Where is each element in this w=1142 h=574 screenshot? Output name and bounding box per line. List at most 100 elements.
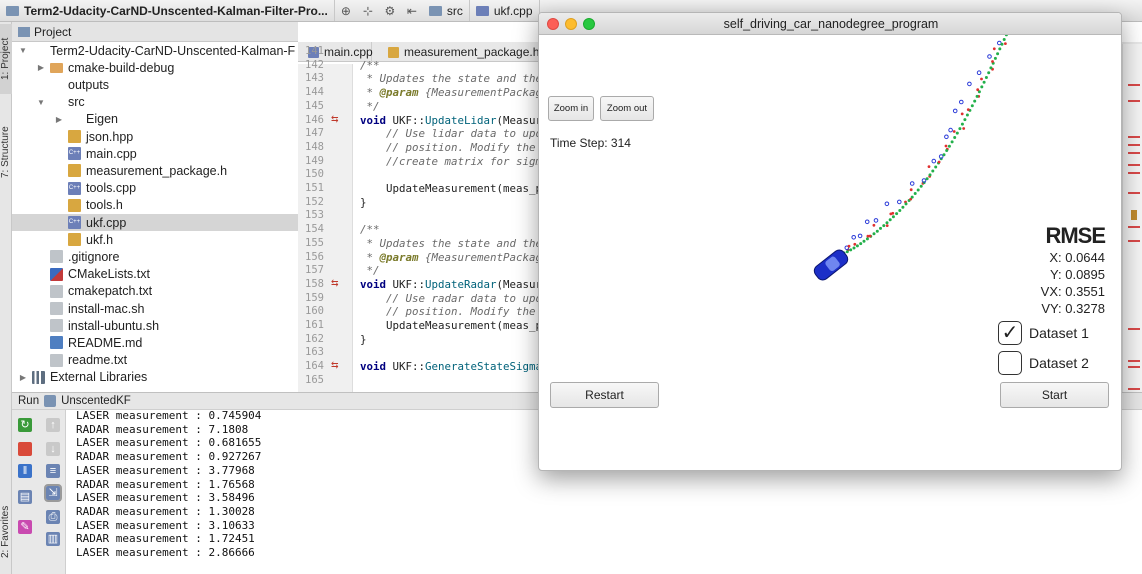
tree-item[interactable]: measurement_package.h: [12, 162, 298, 179]
estimate-marker: [885, 221, 889, 225]
code-line[interactable]: }: [360, 333, 367, 346]
code-line[interactable]: * @param {MeasurementPackage: [360, 251, 549, 264]
simulator-titlebar: self_driving_car_nanodegree_program: [539, 13, 1121, 35]
run-config-name[interactable]: UnscentedKF: [61, 395, 131, 407]
up-arrow-icon[interactable]: ↑: [46, 418, 60, 432]
soft-wrap-icon[interactable]: ≡: [46, 464, 60, 478]
gear-icon[interactable]: ⚙: [379, 4, 401, 18]
restart-button[interactable]: Restart: [550, 382, 659, 408]
trash-icon[interactable]: ▥: [46, 532, 60, 546]
project-panel-title[interactable]: Project: [34, 25, 71, 39]
code-line[interactable]: // Use lidar data to upd: [360, 127, 542, 140]
estimate-marker: [862, 239, 866, 243]
console-line: LASER measurement : 0.745904: [76, 410, 262, 422]
tree-item[interactable]: ukf.h: [12, 231, 298, 248]
tree-item[interactable]: outputs: [12, 76, 298, 93]
project-tree: ▼ Term2-Udacity-CarND-Unscented-Kalman-F ▶…: [12, 42, 298, 392]
tree-item[interactable]: install-ubuntu.sh: [12, 317, 298, 334]
code-line[interactable]: void UKF::UpdateRadar(Measur: [360, 278, 542, 291]
dataset-1-checkbox[interactable]: ✓: [998, 321, 1022, 345]
tab-structure[interactable]: 7: Structure: [0, 112, 12, 192]
down-arrow-icon[interactable]: ↓: [46, 442, 60, 456]
error-stripe[interactable]: [1122, 44, 1142, 392]
tree-item-label: json.hpp: [86, 129, 134, 144]
code-line[interactable]: * @param {MeasurementPackage: [360, 86, 549, 99]
globe-icon[interactable]: ⊕: [335, 4, 357, 18]
tree-item[interactable]: ▶ Eigen: [12, 111, 298, 128]
code-line[interactable]: */: [360, 264, 380, 277]
estimate-marker: [982, 80, 986, 84]
tab-measurement-package-h[interactable]: measurement_package.h: [380, 42, 540, 62]
cpp-file-icon: [475, 5, 489, 16]
tree-item[interactable]: C++ main.cpp: [12, 145, 298, 162]
code-line[interactable]: void UKF::UpdateLidar(Measur: [360, 114, 542, 127]
line-number: 152: [305, 195, 324, 208]
breadcrumb-project[interactable]: Term2-Udacity-CarND-Unscented-Kalman-Fil…: [0, 0, 335, 21]
tree-item[interactable]: README.md: [12, 334, 298, 351]
code-line[interactable]: UpdateMeasurement(meas_p: [360, 319, 542, 332]
tree-item[interactable]: install-mac.sh: [12, 300, 298, 317]
expand-arrow-icon[interactable]: ▶: [18, 373, 28, 382]
tree-item[interactable]: json.hpp: [12, 128, 298, 145]
code-line[interactable]: // position. Modify the: [360, 305, 536, 318]
code-line[interactable]: * Updates the state and the: [360, 237, 543, 250]
tab-project[interactable]: 1: Project: [0, 24, 12, 94]
tree-item[interactable]: tools.h: [12, 197, 298, 214]
code-line[interactable]: * Updates the state and the: [360, 72, 543, 85]
code-line[interactable]: */: [360, 100, 380, 113]
tab-favorites[interactable]: 2: Favorites: [0, 492, 12, 572]
zoom-out-button[interactable]: Zoom out: [600, 96, 654, 121]
tree-item-label: ukf.cpp: [86, 215, 127, 230]
breadcrumb-src[interactable]: src: [423, 0, 470, 21]
code-line[interactable]: UpdateMeasurement(meas_p: [360, 182, 542, 195]
tree-item[interactable]: C++ ukf.cpp: [12, 214, 298, 231]
dump-threads-icon[interactable]: ▤: [18, 490, 32, 504]
estimate-marker: [879, 226, 882, 230]
close-icon[interactable]: [547, 18, 559, 30]
override-marker-icon[interactable]: ⇆: [331, 114, 339, 125]
breadcrumb-src-label: src: [446, 3, 463, 18]
tree-item[interactable]: .gitignore: [12, 248, 298, 265]
code-line[interactable]: //create matrix for sigm: [360, 155, 542, 168]
pin-icon[interactable]: ✎: [18, 520, 32, 534]
rerun-icon[interactable]: ↻: [18, 418, 32, 432]
breadcrumb-file[interactable]: ukf.cpp: [470, 0, 540, 21]
minimize-icon[interactable]: [565, 18, 577, 30]
start-button[interactable]: Start: [1000, 382, 1109, 408]
radar-marker: [909, 181, 915, 186]
code-line[interactable]: // position. Modify the: [360, 141, 536, 154]
print-icon[interactable]: ⎙: [46, 510, 60, 524]
expand-arrow-icon[interactable]: ▶: [36, 63, 46, 72]
tree-item[interactable]: ▶ cmake-build-debug: [12, 59, 298, 76]
zoom-in-button[interactable]: Zoom in: [548, 96, 594, 121]
hide-icon[interactable]: ⇤: [401, 4, 423, 18]
cpp-file-icon: C++: [68, 147, 81, 161]
tree-item[interactable]: ▶ External Libraries: [12, 369, 298, 386]
override-marker-icon[interactable]: ⇆: [331, 278, 339, 289]
expand-arrow-icon[interactable]: ▼: [36, 98, 46, 107]
code-line[interactable]: void UKF::GenerateStateSigma: [360, 360, 542, 373]
pause-icon[interactable]: ‖: [18, 464, 32, 478]
code-line[interactable]: // Use radar data to upd: [360, 292, 542, 305]
maximize-icon[interactable]: [583, 18, 595, 30]
scroll-to-end-icon[interactable]: ⇲: [44, 484, 62, 502]
tree-item-label: cmakepatch.txt: [68, 284, 153, 299]
tree-item[interactable]: C++ tools.cpp: [12, 180, 298, 197]
line-number: 161: [305, 319, 324, 331]
code-line[interactable]: /**: [360, 223, 380, 236]
code-line[interactable]: /**: [360, 59, 380, 72]
header-file-icon: [388, 46, 399, 58]
override-marker-icon[interactable]: ⇆: [331, 360, 339, 371]
dataset-2-checkbox[interactable]: [998, 351, 1022, 375]
collapse-icon[interactable]: ⊹: [357, 4, 379, 18]
folder-icon: [50, 78, 63, 91]
expand-arrow-icon[interactable]: ▶: [54, 115, 64, 124]
tree-item[interactable]: readme.txt: [12, 352, 298, 369]
tree-item[interactable]: ▼ Term2-Udacity-CarND-Unscented-Kalman-F: [12, 42, 298, 59]
tree-item[interactable]: ▼ src: [12, 94, 298, 111]
tree-item[interactable]: cmakepatch.txt: [12, 283, 298, 300]
code-line[interactable]: }: [360, 196, 367, 209]
stop-icon[interactable]: [18, 442, 32, 456]
tree-item[interactable]: CMakeLists.txt: [12, 266, 298, 283]
expand-arrow-icon[interactable]: ▼: [18, 46, 28, 55]
